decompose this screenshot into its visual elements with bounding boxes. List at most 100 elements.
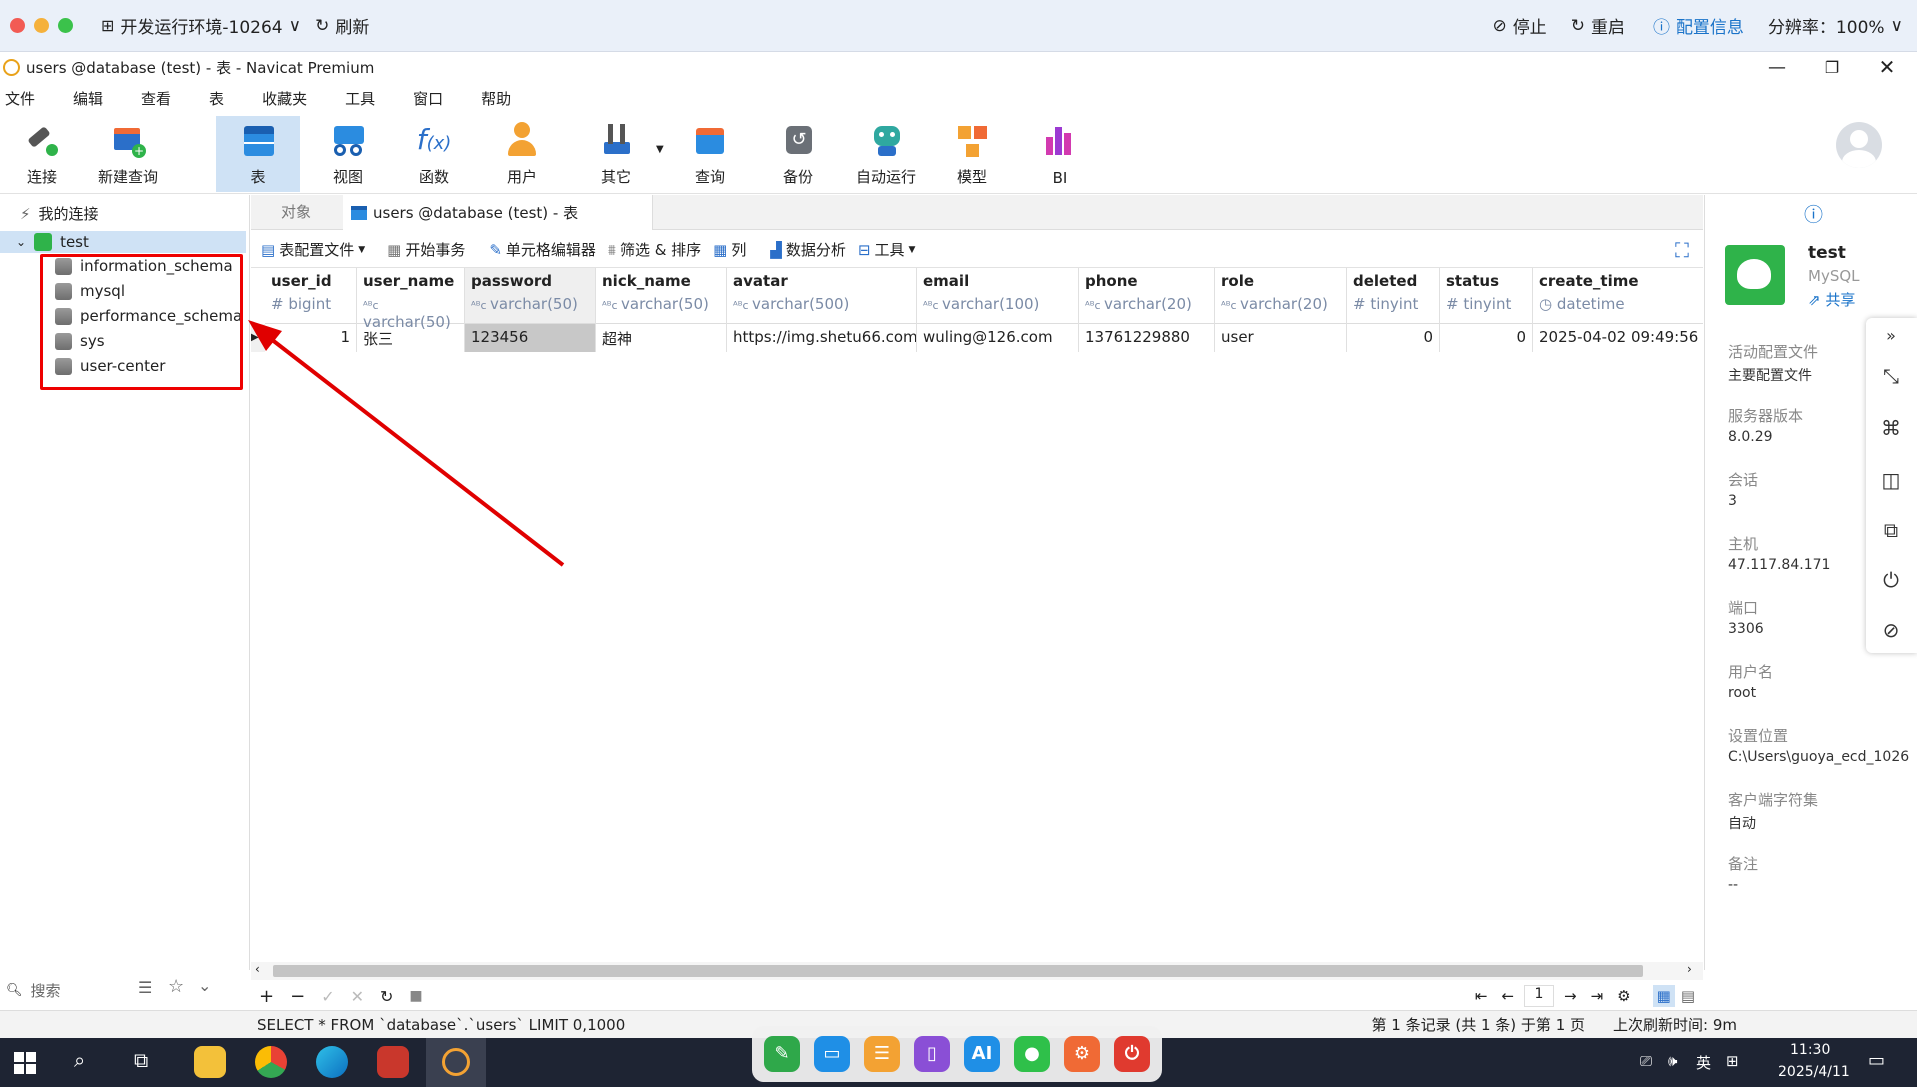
menu-favorites[interactable]: 收藏夹 [262,88,307,109]
config-button[interactable]: ⓘ 配置信息 [1653,13,1744,38]
refresh-icon[interactable]: ↻ [380,987,393,1006]
delete-row-icon[interactable]: − [290,986,305,1007]
restart-button[interactable]: ↻ 重启 [1571,13,1625,39]
tree-search[interactable]: 🔍︎ 搜索 [6,980,61,1001]
collapse-icon[interactable]: ⌄ [198,976,211,995]
dock-screen-icon[interactable]: ▭ [814,1036,850,1072]
cell[interactable]: 超神 [596,324,726,352]
scroll-left-icon[interactable]: ‹ [255,962,260,976]
other-dropdown-icon[interactable]: ▼ [656,144,664,155]
chevron-right-icon[interactable]: » [1880,326,1902,348]
minimize-dot[interactable] [34,18,49,33]
env-selector[interactable]: ⊞ 开发运行环境-10264 ∨ [101,13,301,39]
restore-button[interactable]: ❐ [1807,58,1857,77]
scroll-right-icon[interactable]: › [1687,962,1692,976]
star-icon[interactable]: ☆ [168,976,184,997]
toolbar-user-button[interactable]: 用户 [480,116,564,192]
menu-help[interactable]: 帮助 [481,88,511,109]
filter-icon[interactable]: ☰ [138,978,152,997]
toolbar-other-button[interactable]: 其它 [574,116,658,192]
begin-transaction-button[interactable]: ▦ 开始事务 [387,239,465,260]
dock-notes-icon[interactable]: ☰ [864,1036,900,1072]
edge-icon[interactable] [316,1046,348,1078]
tab-users-table[interactable]: users @database (test) - 表 [343,195,653,230]
toolbar-bi-button[interactable]: BI [1018,116,1102,192]
column-email[interactable]: email ᴬᴮc varchar(100) wuling@126.com [917,268,1079,352]
prev-page-icon[interactable]: ← [1501,987,1514,1005]
toolbar-table-button[interactable]: 表 [216,116,300,192]
dock-ai-icon[interactable]: AI [964,1036,1000,1072]
settings-icon[interactable]: ⚙ [1617,987,1630,1005]
toolbar-new-query-button[interactable]: + 新建查询 [86,116,170,192]
cell[interactable]: 0 [1347,324,1439,352]
column-avatar[interactable]: avatar ᴬᴮc varchar(500) https://img.shetu… [727,268,917,352]
columns-button[interactable]: ▦ 列 [713,239,746,260]
volume-icon[interactable]: 🕪︎ [1668,1052,1677,1070]
column-create_time[interactable]: create_time ◷ datetime 2025-04-02 09:49:5… [1533,268,1703,352]
ime-indicator[interactable]: 英 [1696,1052,1711,1073]
expand-icon[interactable]: ⤡ [1880,364,1902,388]
page-input[interactable]: 1 [1524,985,1555,1007]
avatar[interactable] [1836,122,1882,168]
column-nick_name[interactable]: nick_name ᴬᴮc varchar(50) 超神 [596,268,727,352]
cell[interactable]: 0 [1440,324,1532,352]
eye-off-icon[interactable]: ⊘ [1880,618,1902,642]
profile-button[interactable]: ▤ 表配置文件 ▼ [261,239,365,260]
cell[interactable]: wuling@126.com [917,324,1078,352]
column-deleted[interactable]: deleted # tinyint 0 [1347,268,1440,352]
data-analysis-button[interactable]: ▟ 数据分析 [770,239,846,260]
search-icon[interactable]: ⌕ [74,1048,85,1072]
close-dot[interactable] [10,18,25,33]
cell[interactable]: https://img.shetu66.com [727,324,916,352]
notification-icon[interactable]: ▭ [1868,1050,1885,1071]
refresh-button[interactable]: ↻ 刷新 [315,13,369,39]
column-status[interactable]: status # tinyint 0 [1440,268,1533,352]
cell[interactable]: user [1215,324,1346,352]
minimize-button[interactable]: — [1747,57,1807,78]
copy-icon[interactable]: ⧉ [1880,518,1902,542]
file-explorer-icon[interactable] [194,1046,226,1078]
dock-chat-icon[interactable]: ● [1014,1036,1050,1072]
layout-icon[interactable]: ◫ [1880,468,1902,492]
toolbar-query-button[interactable]: 查询 [668,116,752,192]
chrome-icon[interactable] [255,1046,287,1078]
resolution-selector[interactable]: 分辨率：100% ∨ [1768,13,1903,39]
dock-book-icon[interactable]: ▯ [914,1036,950,1072]
tab-objects[interactable]: 对象 [251,195,341,229]
cell[interactable]: 13761229880 [1079,324,1214,352]
tools-button[interactable]: ⊟ 工具 ▼ [858,239,916,260]
toolbar-backup-button[interactable]: ↺ 备份 [756,116,840,192]
stop-icon[interactable]: ■ [409,988,422,1004]
navicat-taskbar-item[interactable] [426,1038,486,1087]
toolbar-connect-button[interactable]: 连接 [0,116,84,192]
start-icon[interactable] [14,1052,36,1074]
fullscreen-icon[interactable]: ⛶ [1675,238,1689,262]
cell[interactable]: 2025-04-02 09:49:56 [1533,324,1703,352]
form-view-icon[interactable]: ▤ [1681,987,1695,1005]
toolbar-view-button[interactable]: 视图 [306,116,390,192]
maximize-dot[interactable] [58,18,73,33]
chevron-down-icon[interactable]: ⌄ [16,235,26,249]
first-page-icon[interactable]: ⇤ [1475,987,1488,1005]
dock-settings-icon[interactable]: ⚙ [1064,1036,1100,1072]
close-button[interactable]: ✕ [1857,55,1917,79]
menu-table[interactable]: 表 [209,88,224,109]
toolbar-function-button[interactable]: f(x) 函数 [392,116,476,192]
toolbar-automation-button[interactable]: 自动运行 [844,116,928,192]
power-icon[interactable]: ⏻ [1880,568,1902,592]
connection-test-item[interactable]: ⌄ test [0,231,246,253]
apply-icon[interactable]: ✓ [321,987,334,1006]
column-phone[interactable]: phone ᴬᴮc varchar(20) 13761229880 [1079,268,1215,352]
info-icon[interactable]: ⓘ [1804,200,1823,227]
scroll-thumb[interactable] [273,965,1643,977]
menu-tools[interactable]: 工具 [345,88,375,109]
menu-edit[interactable]: 编辑 [73,88,103,109]
horizontal-scrollbar[interactable]: ‹ › [251,962,1703,980]
menu-window[interactable]: 窗口 [413,88,443,109]
column-role[interactable]: role ᴬᴮc varchar(20) user [1215,268,1347,352]
keyboard-icon[interactable]: ⊞ [1726,1052,1739,1070]
last-page-icon[interactable]: ⇥ [1591,987,1604,1005]
dock-power-icon[interactable]: ⏻ [1114,1036,1150,1072]
my-connections-item[interactable]: ⚡ 我的连接 [20,203,99,224]
task-view-icon[interactable]: ⧉ [134,1048,148,1072]
